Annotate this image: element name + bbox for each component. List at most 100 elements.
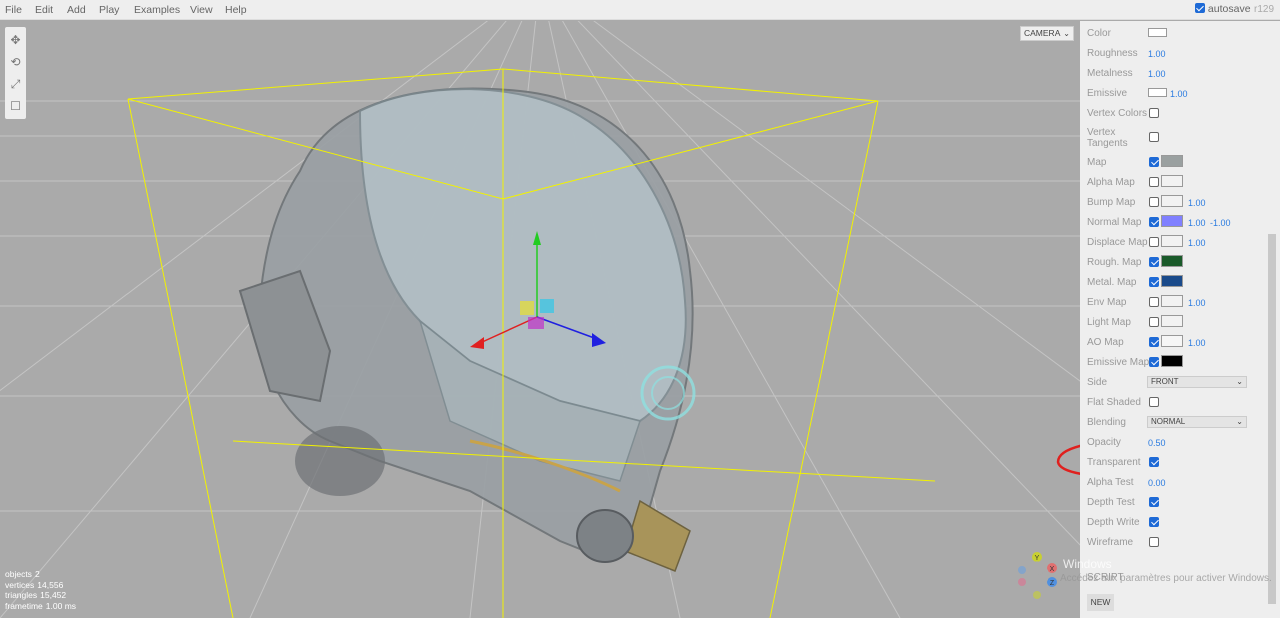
prop-bump-map-label: Bump Map <box>1087 197 1136 208</box>
ao-map-thumbnail[interactable] <box>1161 335 1183 347</box>
triangles-count: 15,452 <box>40 590 67 600</box>
menu-file[interactable]: File <box>5 4 22 16</box>
autosave-checkbox[interactable] <box>1195 3 1205 13</box>
prop-blending-label: Blending <box>1087 417 1126 428</box>
autosave-toggle[interactable]: autosave <box>1195 3 1251 15</box>
blending-select[interactable]: NORMAL ⌄ <box>1147 416 1247 428</box>
env-intensity-value[interactable]: 1.00 <box>1188 298 1206 308</box>
prop-color-label: Color <box>1087 28 1111 39</box>
normal-scale-x[interactable]: 1.00 <box>1188 218 1206 228</box>
prop-env-map-label: Env Map <box>1087 297 1127 308</box>
version-label: r129 <box>1254 4 1275 15</box>
autosave-label: autosave <box>1207 3 1251 15</box>
gizmo-label-y: Y <box>1035 555 1040 562</box>
side-select-value: FRONT <box>1151 377 1179 386</box>
metalness-value[interactable]: 1.00 <box>1148 69 1166 79</box>
rough-map-thumbnail[interactable] <box>1161 255 1183 267</box>
objects-count: 2 <box>34 569 40 579</box>
triangles-label: triangles <box>5 590 38 600</box>
displace-map-checkbox[interactable] <box>1149 237 1159 247</box>
viewport[interactable]: ✥ ⟲ ⤢ ☐ CAMERA ⌄ objects 2 vertices 14,556 … <box>0 21 1080 618</box>
normal-map-checkbox[interactable] <box>1149 217 1159 227</box>
menu-edit[interactable]: Edit <box>35 4 53 16</box>
gizmo-label-z: Z <box>1050 580 1055 587</box>
map-thumbnail[interactable] <box>1161 155 1183 167</box>
prop-flat-shaded-label: Flat Shaded <box>1087 397 1141 408</box>
metal-map-checkbox[interactable] <box>1149 277 1159 287</box>
chevron-down-icon: ⌄ <box>1236 377 1243 386</box>
sidebar-scrollbar[interactable] <box>1268 234 1276 604</box>
scene-info: objects 2 vertices 14,556 triangles 15,452 … <box>5 569 79 611</box>
prop-side-label: Side <box>1087 377 1108 388</box>
annotation-ellipse <box>1056 444 1080 475</box>
scale-icon[interactable]: ⤢ <box>5 73 26 95</box>
normal-map-thumbnail[interactable] <box>1161 215 1183 227</box>
camera-select-value: CAMERA <box>1024 28 1061 38</box>
light-map-checkbox[interactable] <box>1149 317 1159 327</box>
metal-map-thumbnail[interactable] <box>1161 275 1183 287</box>
menu-examples[interactable]: Examples <box>134 4 180 16</box>
prop-vertex-colors-label: Vertex Colors <box>1087 108 1148 119</box>
prop-metal-map-label: Metal. Map <box>1087 277 1137 288</box>
windows-watermark-title: Windows <box>1063 557 1112 571</box>
wireframe-checkbox[interactable] <box>1149 537 1159 547</box>
emissive-intensity[interactable]: 1.00 <box>1170 89 1188 99</box>
gizmo-label-x: X <box>1050 566 1055 573</box>
side-select[interactable]: FRONT ⌄ <box>1147 376 1247 388</box>
prop-transparent-label: Transparent <box>1087 457 1141 468</box>
normal-scale-y[interactable]: -1.00 <box>1210 218 1231 228</box>
menu-play[interactable]: Play <box>99 4 119 16</box>
env-map-thumbnail[interactable] <box>1161 295 1183 307</box>
new-script-button[interactable]: NEW <box>1087 594 1114 611</box>
flat-shaded-checkbox[interactable] <box>1149 397 1159 407</box>
helmet-model[interactable] <box>238 87 696 572</box>
depth-write-checkbox[interactable] <box>1149 517 1159 527</box>
color-swatch[interactable] <box>1148 28 1167 37</box>
prop-opacity-label: Opacity <box>1087 437 1121 448</box>
emissive-swatch[interactable] <box>1148 88 1167 97</box>
bump-scale-value[interactable]: 1.00 <box>1188 198 1206 208</box>
scene-canvas[interactable] <box>0 21 1080 618</box>
frametime-label: frametime <box>5 600 43 611</box>
roughness-value[interactable]: 1.00 <box>1148 49 1166 59</box>
local-space-icon[interactable]: ☐ <box>5 95 26 117</box>
displace-scale-value[interactable]: 1.00 <box>1188 238 1206 248</box>
menubar: File Edit Add Play Examples View Help au… <box>0 0 1280 20</box>
translate-icon[interactable]: ✥ <box>5 29 26 51</box>
menu-add[interactable]: Add <box>67 4 86 16</box>
emissive-map-thumbnail[interactable] <box>1161 355 1183 367</box>
prop-normal-map-label: Normal Map <box>1087 217 1142 228</box>
prop-map-label: Map <box>1087 157 1107 168</box>
windows-watermark-text: Accédez aux paramètres pour activer Wind… <box>1060 573 1272 584</box>
prop-roughness-label: Roughness <box>1087 48 1138 59</box>
alpha-map-thumbnail[interactable] <box>1161 175 1183 187</box>
frametime-value: 1.00 ms <box>45 600 77 611</box>
menu-view[interactable]: View <box>190 4 213 16</box>
camera-select[interactable]: CAMERA ⌄ <box>1020 26 1074 41</box>
bump-map-checkbox[interactable] <box>1149 197 1159 207</box>
vertex-colors-checkbox[interactable] <box>1149 108 1159 118</box>
prop-alpha-map-label: Alpha Map <box>1087 177 1135 188</box>
map-checkbox[interactable] <box>1149 157 1159 167</box>
prop-rough-map-label: Rough. Map <box>1087 257 1142 268</box>
displace-map-thumbnail[interactable] <box>1161 235 1183 247</box>
transparent-checkbox[interactable] <box>1149 457 1159 467</box>
bump-map-thumbnail[interactable] <box>1161 195 1183 207</box>
light-map-thumbnail[interactable] <box>1161 315 1183 327</box>
vertex-tangents-checkbox[interactable] <box>1149 132 1159 142</box>
prop-ao-map-label: AO Map <box>1087 337 1124 348</box>
depth-test-checkbox[interactable] <box>1149 497 1159 507</box>
rough-map-checkbox[interactable] <box>1149 257 1159 267</box>
prop-displace-map-label: Displace Map <box>1087 237 1148 248</box>
emissive-map-checkbox[interactable] <box>1149 357 1159 367</box>
rotate-icon[interactable]: ⟲ <box>5 51 26 73</box>
alpha-test-value[interactable]: 0.00 <box>1148 478 1166 488</box>
ao-intensity-value[interactable]: 1.00 <box>1188 338 1206 348</box>
ao-map-checkbox[interactable] <box>1149 337 1159 347</box>
opacity-value[interactable]: 0.50 <box>1148 438 1166 448</box>
env-map-checkbox[interactable] <box>1149 297 1159 307</box>
blending-select-value: NORMAL <box>1151 417 1186 426</box>
menu-help[interactable]: Help <box>225 4 247 16</box>
prop-vertex-tangents-label: Vertex Tangents <box>1087 127 1128 149</box>
alpha-map-checkbox[interactable] <box>1149 177 1159 187</box>
